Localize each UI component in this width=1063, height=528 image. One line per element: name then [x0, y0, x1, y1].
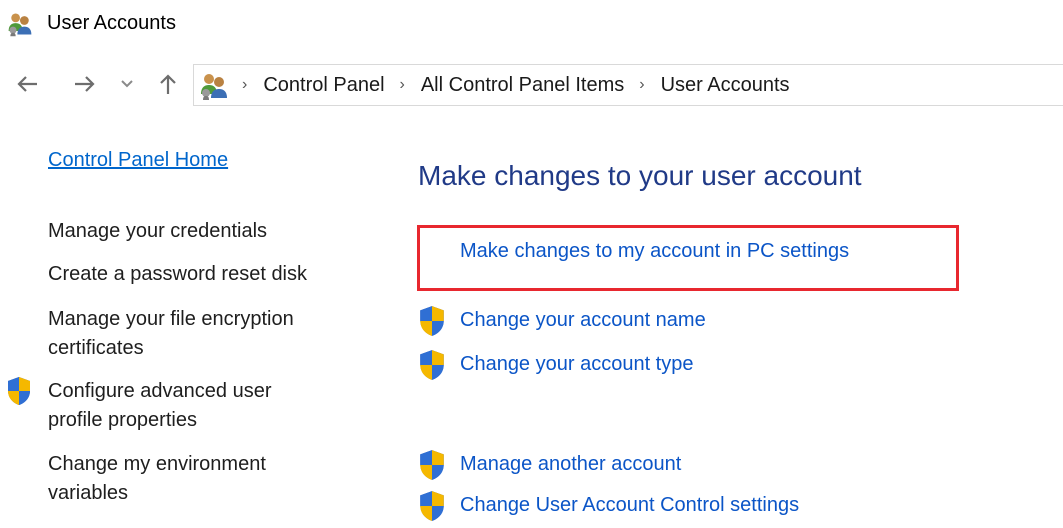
back-button[interactable] — [10, 70, 44, 98]
task-label-line: Manage your file encryption — [48, 308, 294, 330]
task-create-password-reset-disk[interactable]: Create a password reset disk — [48, 260, 307, 289]
task-label-line: profile properties — [48, 409, 197, 431]
task-manage-file-encryption-certificates[interactable]: Manage your file encryption certificates — [48, 305, 294, 363]
change-account-type-link[interactable]: Change your account type — [460, 353, 694, 376]
breadcrumb-separator-icon[interactable]: › — [639, 76, 644, 94]
up-button[interactable] — [151, 70, 185, 98]
breadcrumb-control-panel[interactable]: Control Panel — [263, 74, 384, 97]
arrow-up-icon — [160, 74, 176, 94]
control-panel-home-link[interactable]: Control Panel Home — [48, 149, 228, 172]
uac-shield-icon — [418, 490, 446, 522]
breadcrumb-separator-icon[interactable]: › — [242, 76, 247, 94]
address-bar[interactable]: › Control Panel › All Control Panel Item… — [193, 64, 1063, 106]
change-uac-settings-link[interactable]: Change User Account Control settings — [460, 494, 799, 517]
change-account-name-link[interactable]: Change your account name — [460, 309, 706, 332]
chevron-down-icon — [121, 80, 133, 88]
task-manage-credentials[interactable]: Manage your credentials — [48, 217, 267, 246]
task-label-line: certificates — [48, 337, 144, 359]
uac-shield-icon — [6, 376, 32, 406]
page-title: Make changes to your user account — [418, 160, 862, 191]
title-bar: User Accounts — [0, 0, 1063, 48]
forward-button[interactable] — [68, 70, 102, 98]
task-change-environment-variables[interactable]: Change my environment variables — [48, 450, 266, 508]
manage-another-account-link[interactable]: Manage another account — [460, 453, 681, 476]
task-configure-advanced-user-profile-properties[interactable]: Configure advanced user profile properti… — [48, 377, 271, 435]
recent-locations-button[interactable] — [113, 70, 141, 98]
breadcrumb: › Control Panel › All Control Panel Item… — [242, 65, 790, 105]
breadcrumb-all-control-panel-items[interactable]: All Control Panel Items — [421, 74, 624, 97]
uac-shield-icon — [418, 349, 446, 381]
pc-settings-link[interactable]: Make changes to my account in PC setting… — [460, 240, 849, 263]
navigation-bar: › Control Panel › All Control Panel Item… — [0, 58, 1063, 110]
arrow-left-icon — [17, 76, 37, 92]
users-icon — [6, 10, 34, 38]
breadcrumb-separator-icon[interactable]: › — [400, 76, 405, 94]
arrow-right-icon — [75, 76, 95, 92]
window-title: User Accounts — [47, 12, 176, 34]
uac-shield-icon — [418, 305, 446, 337]
users-icon — [198, 70, 230, 102]
task-label-line: variables — [48, 482, 129, 504]
task-label-line: Change my environment — [48, 453, 266, 475]
breadcrumb-user-accounts[interactable]: User Accounts — [661, 74, 790, 97]
uac-shield-icon — [418, 449, 446, 481]
task-label-line: Configure advanced user — [48, 380, 272, 402]
